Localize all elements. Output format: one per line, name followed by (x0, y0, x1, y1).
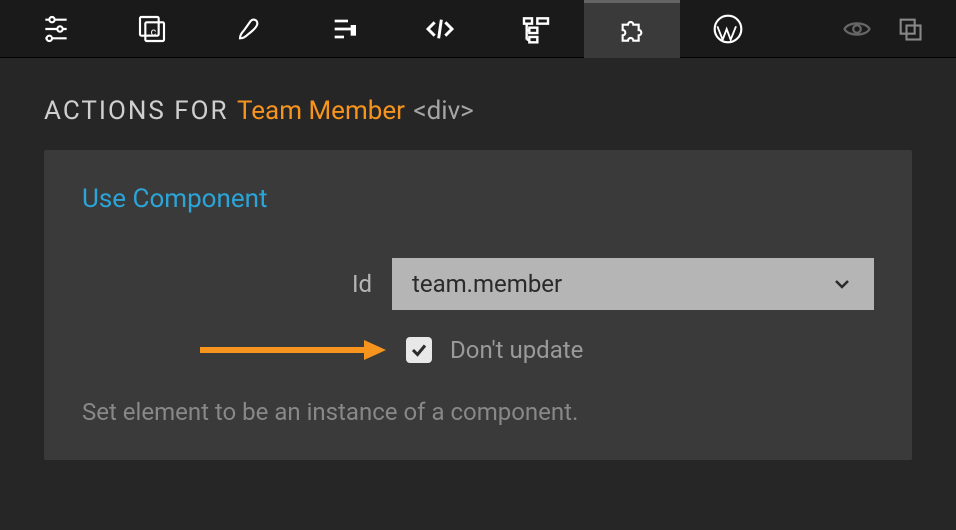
title-tag: <div> (413, 96, 473, 126)
toolbar-tree[interactable] (488, 0, 584, 58)
copy-icon[interactable] (896, 15, 924, 43)
id-label: Id (82, 270, 392, 298)
toolbar-component[interactable]: .c (104, 0, 200, 58)
help-text: Set element to be an instance of a compo… (82, 398, 874, 426)
annotation-arrow-container (82, 338, 406, 362)
sliders-icon (40, 13, 72, 45)
component-icon: .c (136, 13, 168, 45)
tree-icon (520, 13, 552, 45)
use-component-panel: Use Component Id team.member Don't updat… (44, 150, 912, 460)
svg-text:.c: .c (148, 25, 157, 38)
toolbar-sliders[interactable] (8, 0, 104, 58)
toolbar-brush[interactable] (200, 0, 296, 58)
title-prefix: ACTIONS FOR (44, 96, 237, 126)
wordpress-icon (712, 13, 744, 45)
toolbar-right (842, 14, 948, 44)
panel-header[interactable]: Use Component (82, 184, 874, 214)
annotation-arrow (196, 338, 386, 362)
brush-icon (232, 13, 264, 45)
puzzle-icon (616, 14, 648, 46)
chevron-down-icon (830, 272, 854, 296)
dont-update-label: Don't update (450, 336, 583, 364)
list-icon (328, 13, 360, 45)
eye-icon[interactable] (842, 14, 872, 44)
page-title: ACTIONS FOR Team Member <div> (0, 58, 956, 150)
toolbar-list[interactable] (296, 0, 392, 58)
title-element: Team Member (237, 96, 405, 126)
checkbox-row: Don't update (82, 336, 874, 364)
toolbar-puzzle[interactable] (584, 0, 680, 58)
check-icon (410, 341, 428, 359)
toolbar: .c (0, 0, 956, 58)
toolbar-code[interactable] (392, 0, 488, 58)
toolbar-wordpress[interactable] (680, 0, 776, 58)
id-select-value: team.member (412, 270, 830, 298)
code-icon (424, 13, 456, 45)
id-select[interactable]: team.member (392, 258, 874, 310)
id-row: Id team.member (82, 258, 874, 310)
dont-update-checkbox[interactable] (406, 337, 432, 363)
